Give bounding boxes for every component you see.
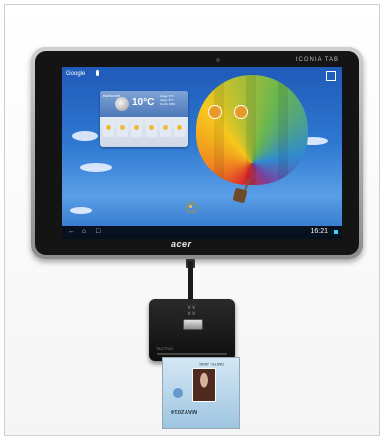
- card-expiry: MAY2014: [171, 408, 198, 414]
- acer-logo: acer: [171, 239, 192, 249]
- recent-apps-icon[interactable]: □: [96, 228, 103, 235]
- weather-temperature: 10°C: [132, 97, 155, 108]
- tablet-screen[interactable]: Google Karlsruhe 10°C Hoge: 8°C Laag: 3°…: [62, 67, 342, 239]
- card-name: SMITH, JANE: [199, 362, 224, 367]
- apps-grid-icon[interactable]: [326, 71, 336, 81]
- system-navigation-bar: ← ⌂ □ 16:21: [62, 226, 342, 239]
- weather-details: Hoge: 8°C Laag: 3°C Vocht: 68%: [160, 94, 176, 106]
- card-portrait-photo: [192, 368, 216, 402]
- google-search-label[interactable]: Google: [66, 71, 85, 77]
- tablet-bezel: ICONIA TAB Google Karlsruhe 10°C Hoge: 8…: [35, 51, 359, 255]
- fingerprint-card-reader: ∨∨ ∨∨ TACTIVO: [149, 299, 235, 361]
- tablet-brand: ICONIA TAB: [295, 57, 339, 63]
- balloon-stripe: [246, 75, 256, 185]
- hot-air-balloon-wallpaper: [196, 75, 308, 185]
- reader-label: TACTIVO: [156, 346, 174, 351]
- status-clock: 16:21: [310, 228, 328, 235]
- forecast-day: [103, 119, 114, 137]
- sun-icon: [106, 125, 111, 130]
- weather-widget-header: Karlsruhe 10°C Hoge: 8°C Laag: 3°C Vocht…: [100, 91, 188, 117]
- sun-icon: [120, 125, 126, 130]
- chevron-down-icon: ∨∨: [187, 311, 196, 317]
- microphone-icon[interactable]: [96, 70, 99, 76]
- app-shortcut-icon[interactable]: [208, 105, 222, 119]
- balloon-stripe: [278, 75, 288, 185]
- weather-widget[interactable]: Karlsruhe 10°C Hoge: 8°C Laag: 3°C Vocht…: [100, 91, 188, 147]
- fingerprint-sensor[interactable]: [183, 319, 203, 330]
- usb-cable: [188, 261, 193, 303]
- sun-icon: [134, 125, 140, 130]
- tablet-device: ICONIA TAB Google Karlsruhe 10°C Hoge: 8…: [31, 47, 363, 259]
- card-emblem-icon: [173, 388, 183, 398]
- cloud: [72, 131, 98, 141]
- forecast-day: [117, 119, 129, 137]
- weather-forecast: [103, 119, 185, 139]
- signal-icon: [334, 230, 338, 234]
- sun-icon: [148, 125, 154, 130]
- card-slot: [157, 353, 227, 355]
- photo-frame: ICONIA TAB Google Karlsruhe 10°C Hoge: 8…: [4, 4, 380, 436]
- forecast-day: [145, 119, 157, 137]
- app-shortcut-icon[interactable]: [234, 105, 248, 119]
- id-smart-card: SMITH, JANE MAY2014: [162, 357, 240, 429]
- camera-icon: [216, 58, 220, 62]
- moon-icon: [115, 97, 129, 111]
- balloon-stripe: [214, 75, 224, 185]
- sun-icon: [162, 125, 168, 130]
- home-icon[interactable]: ⌂: [82, 228, 89, 235]
- forecast-day: [159, 119, 171, 137]
- forecast-day: [173, 119, 185, 137]
- back-icon[interactable]: ←: [68, 228, 75, 235]
- balloon-basket: [232, 187, 248, 204]
- cloud: [70, 207, 92, 214]
- cloud: [80, 163, 112, 172]
- forecast-day: [131, 119, 143, 137]
- sun-icon: [176, 125, 182, 130]
- home-button-light: [189, 205, 192, 208]
